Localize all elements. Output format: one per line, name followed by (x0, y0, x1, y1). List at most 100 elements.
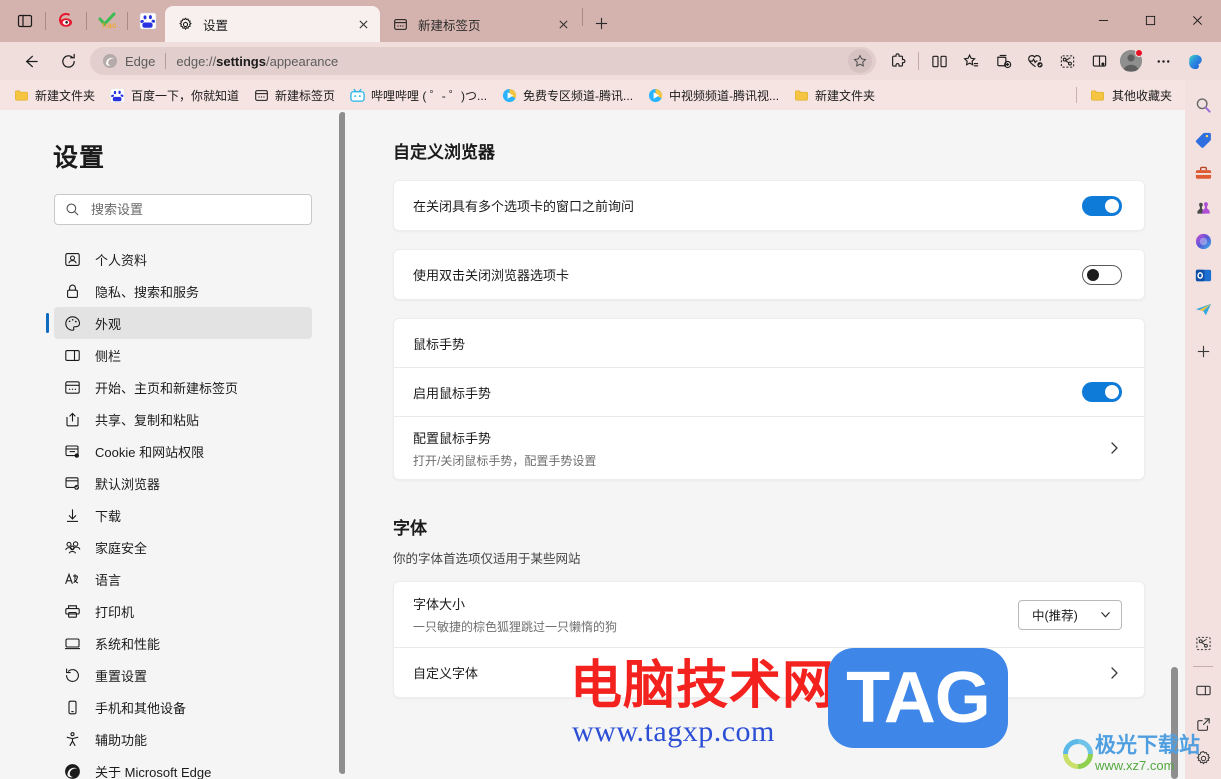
settings-page: 设置 个人资料 隐私、搜索和服务 外观 (0, 110, 1185, 779)
phone-icon (64, 699, 81, 716)
sidebar-item-label: 系统和性能 (95, 634, 160, 653)
add-sidebar-app-icon[interactable] (1188, 334, 1218, 368)
refresh-button[interactable] (52, 45, 84, 77)
row-title: 鼠标手势 (413, 334, 1122, 353)
row-ask-before-closing[interactable]: 在关闭具有多个选项卡的窗口之前询问 (394, 181, 1144, 230)
section-subtitle-fonts: 你的字体首选项仅适用于某些网站 (393, 548, 1145, 567)
row-description: 打开/关闭鼠标手势，配置手势设置 (413, 452, 1106, 469)
split-view-icon[interactable] (1188, 673, 1218, 707)
sidebar-item-about-edge[interactable]: 关于 Microsoft Edge (54, 755, 312, 779)
row-configure-mouse-gestures[interactable]: 配置鼠标手势 打开/关闭鼠标手势，配置手势设置 (394, 417, 1144, 479)
profile-icon (64, 251, 81, 268)
bookmark-item[interactable]: 百度一下，你就知道 (102, 83, 246, 107)
chevron-down-icon (1099, 608, 1112, 621)
bookmark-label: 新建文件夹 (815, 87, 875, 104)
sidebar-item-accessibility[interactable]: 辅助功能 (54, 723, 312, 755)
browser-essentials-icon[interactable] (1019, 45, 1051, 77)
tab-new-tab-page[interactable]: 新建标签页 (380, 6, 580, 42)
copilot-icon[interactable] (1179, 45, 1211, 77)
tab-settings[interactable]: 设置 (165, 6, 380, 42)
favorite-star-icon[interactable] (848, 49, 872, 73)
read-aloud-icon[interactable] (1083, 45, 1115, 77)
address-bar[interactable]: Edge edge://settings/appearance (90, 47, 876, 75)
tools-icon[interactable] (1188, 156, 1218, 190)
sidebar-item-family-safety[interactable]: 家庭安全 (54, 531, 312, 563)
sidebar-item-privacy[interactable]: 隐私、搜索和服务 (54, 275, 312, 307)
toggle-double-click-close-tab[interactable] (1082, 265, 1122, 285)
tab-strip: hao (0, 0, 1221, 42)
telegram-icon[interactable] (1188, 292, 1218, 326)
sidebar-item-cookies-permissions[interactable]: Cookie 和网站权限 (54, 435, 312, 467)
toggle-ask-before-closing[interactable] (1082, 196, 1122, 216)
new-tab-button[interactable] (585, 7, 617, 39)
sidebar-item-appearance[interactable]: 外观 (54, 307, 312, 339)
split-screen-icon[interactable] (923, 45, 955, 77)
content-scrollbar-thumb[interactable] (1171, 667, 1178, 779)
cookie-icon (64, 443, 81, 460)
hao123-icon[interactable]: hao (90, 4, 124, 38)
sidebar-item-profile[interactable]: 个人资料 (54, 243, 312, 275)
sidebar-item-phone-other-devices[interactable]: 手机和其他设备 (54, 691, 312, 723)
sidebar-item-label: 开始、主页和新建标签页 (95, 378, 238, 397)
bookmark-item[interactable]: 新建标签页 (246, 83, 342, 107)
weibo-icon[interactable] (49, 4, 83, 38)
extensions-icon[interactable] (882, 45, 914, 77)
page-title: 设置 (53, 138, 345, 174)
close-icon[interactable] (352, 13, 374, 35)
close-icon[interactable] (552, 13, 574, 35)
sidebar-settings-icon[interactable] (1188, 741, 1218, 775)
row-enable-mouse-gestures[interactable]: 启用鼠标手势 (394, 368, 1144, 417)
bookmark-item[interactable]: 免费专区频道-腾讯... (494, 83, 640, 107)
profile-avatar[interactable] (1115, 45, 1147, 77)
bookmark-item[interactable]: 哔哩哔哩 ( ゜- ゜)つ... (342, 83, 494, 107)
sidebar-item-system-performance[interactable]: 系统和性能 (54, 627, 312, 659)
outlook-icon[interactable] (1188, 258, 1218, 292)
sidebar-item-start-home-newtab[interactable]: 开始、主页和新建标签页 (54, 371, 312, 403)
pinned-shortcuts: hao (0, 0, 165, 42)
lock-icon (64, 283, 81, 300)
tab-search-icon[interactable] (8, 4, 42, 38)
bookmark-item[interactable]: 中视频频道-腾讯视... (640, 83, 786, 107)
search-sidebar-icon[interactable] (1188, 88, 1218, 122)
more-options-icon[interactable] (1147, 45, 1179, 77)
collections-icon[interactable] (987, 45, 1019, 77)
bookmark-label: 哔哩哔哩 ( ゜- ゜)つ... (371, 87, 487, 104)
section-heading-fonts: 字体 (393, 514, 1145, 539)
baidu-icon[interactable] (131, 4, 165, 38)
newtab-page-icon (392, 16, 409, 33)
open-external-icon[interactable] (1188, 707, 1218, 741)
games-icon[interactable] (1188, 190, 1218, 224)
font-size-select[interactable]: 中(推荐) (1018, 600, 1122, 630)
screenshot-icon[interactable] (1051, 45, 1083, 77)
screenshot-tool-icon[interactable] (1188, 626, 1218, 660)
sidebar-item-default-browser[interactable]: 默认浏览器 (54, 467, 312, 499)
row-font-size[interactable]: 字体大小 一只敏捷的棕色狐狸跳过一只懒惰的狗 中(推荐) (394, 582, 1144, 648)
folder-icon (13, 87, 29, 103)
sidebar-item-languages[interactable]: 语言 (54, 563, 312, 595)
sidebar-item-printers[interactable]: 打印机 (54, 595, 312, 627)
search-settings-box[interactable] (54, 194, 312, 225)
back-button[interactable] (14, 45, 46, 77)
content-scrollbar[interactable] (1170, 110, 1178, 779)
bookmark-item[interactable]: 新建文件夹 (6, 83, 102, 107)
bookmark-item[interactable]: 新建文件夹 (786, 83, 882, 107)
close-window-button[interactable] (1174, 0, 1221, 40)
sidebar-item-reset-settings[interactable]: 重置设置 (54, 659, 312, 691)
sidebar-item-share-copy-paste[interactable]: 共享、复制和粘贴 (54, 403, 312, 435)
edge-sidebar (1185, 80, 1221, 779)
maximize-button[interactable] (1127, 0, 1174, 40)
toggle-enable-mouse-gestures[interactable] (1082, 382, 1122, 402)
sidebar-item-downloads[interactable]: 下载 (54, 499, 312, 531)
shopping-tag-icon[interactable] (1188, 122, 1218, 156)
microsoft-365-icon[interactable] (1188, 224, 1218, 258)
section-heading-customize-browser: 自定义浏览器 (393, 138, 1145, 163)
language-icon (64, 571, 81, 588)
search-input[interactable] (91, 202, 301, 217)
sidebar-item-sidebar[interactable]: 侧栏 (54, 339, 312, 371)
gear-icon (177, 16, 194, 33)
other-favorites-folder[interactable]: 其他收藏夹 (1083, 83, 1179, 107)
row-customize-fonts[interactable]: 自定义字体 (394, 648, 1144, 697)
favorites-icon[interactable] (955, 45, 987, 77)
row-double-click-close-tab[interactable]: 使用双击关闭浏览器选项卡 (394, 250, 1144, 299)
minimize-button[interactable] (1080, 0, 1127, 40)
